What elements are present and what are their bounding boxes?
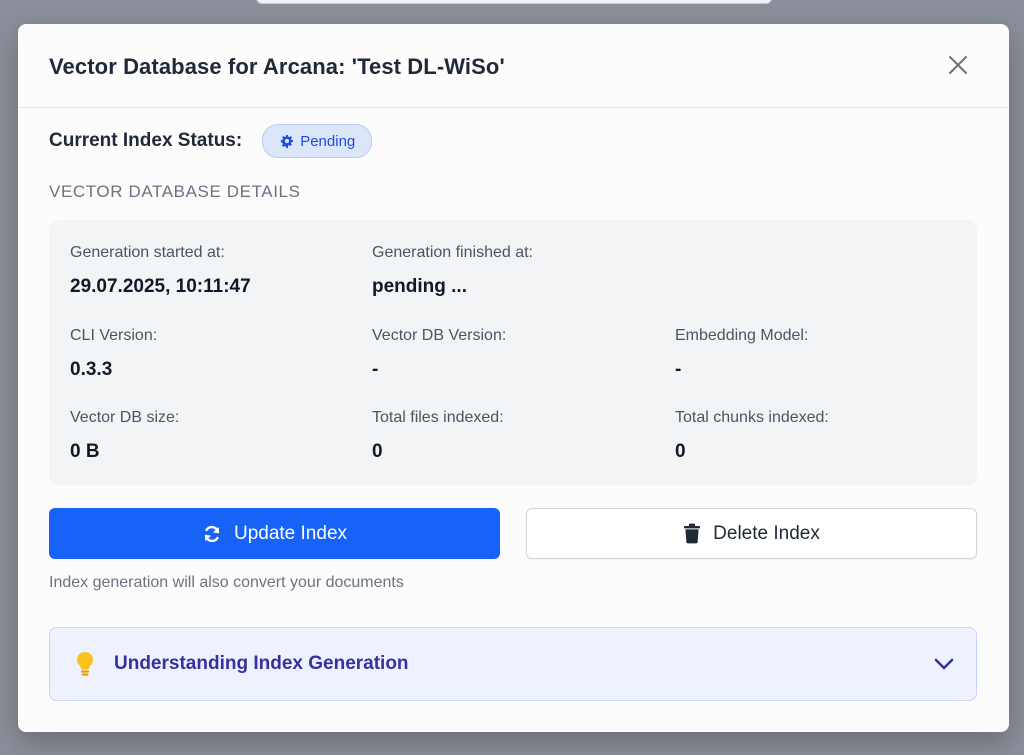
refresh-icon <box>204 525 220 542</box>
detail-label: Generation started at: <box>70 244 225 261</box>
detail-total-files: Total files indexed: 0 <box>372 409 662 463</box>
index-status-row: Current Index Status: Pending <box>49 124 373 158</box>
update-index-button[interactable]: Update Index <box>49 508 500 559</box>
update-index-label: Update Index <box>233 522 348 544</box>
modal-title: Vector Database for Arcana: 'Test DL-WiS… <box>49 54 505 79</box>
detail-vector-db-version: Vector DB Version: - <box>372 327 662 381</box>
detail-value: 0 <box>675 441 686 462</box>
accordion-title: Understanding Index Generation <box>114 653 409 674</box>
index-hint-text: Index generation will also convert your … <box>49 574 404 591</box>
close-icon <box>949 56 967 74</box>
detail-value: pending ... <box>372 276 467 297</box>
detail-value: 29.07.2025, 10:11:47 <box>70 276 251 297</box>
detail-embedding-model: Embedding Model: - <box>675 327 965 381</box>
gear-icon <box>281 134 294 148</box>
detail-generation-started: Generation started at: 29.07.2025, 10:11… <box>70 244 360 298</box>
index-status-label: Current Index Status: <box>49 130 243 151</box>
detail-value: 0 <box>372 441 383 462</box>
detail-cli-version: CLI Version: 0.3.3 <box>70 327 360 381</box>
detail-generation-finished: Generation finished at: pending ... <box>372 244 662 298</box>
detail-label: Vector DB size: <box>70 409 180 426</box>
close-button[interactable] <box>947 54 969 76</box>
detail-value: - <box>372 359 379 380</box>
detail-label: Total files indexed: <box>372 409 504 426</box>
detail-vector-db-size: Vector DB size: 0 B <box>70 409 360 463</box>
details-heading: VECTOR DATABASE DETAILS <box>49 182 301 201</box>
understanding-index-accordion[interactable]: Understanding Index Generation <box>49 627 977 701</box>
detail-label: Generation finished at: <box>372 244 533 261</box>
delete-index-label: Delete Index <box>713 522 820 544</box>
detail-label: CLI Version: <box>70 327 158 344</box>
detail-total-chunks: Total chunks indexed: 0 <box>675 409 965 463</box>
detail-value: - <box>675 359 682 380</box>
delete-index-button[interactable]: Delete Index <box>526 508 977 559</box>
detail-label: Vector DB Version: <box>372 327 507 344</box>
status-badge-text: Pending <box>300 132 356 150</box>
detail-label: Total chunks indexed: <box>675 409 829 426</box>
details-card: Generation started at: 29.07.2025, 10:11… <box>49 220 977 486</box>
detail-label: Embedding Model: <box>675 327 809 344</box>
chevron-down-icon <box>934 658 954 670</box>
status-badge: Pending <box>262 124 373 158</box>
detail-value: 0.3.3 <box>70 359 113 380</box>
detail-value: 0 B <box>70 441 100 462</box>
background-search-field <box>256 0 772 4</box>
lightbulb-icon <box>76 651 94 677</box>
modal-header: Vector Database for Arcana: 'Test DL-WiS… <box>18 24 1009 108</box>
vector-db-modal: Vector Database for Arcana: 'Test DL-WiS… <box>18 24 1009 732</box>
trash-icon <box>684 523 701 544</box>
